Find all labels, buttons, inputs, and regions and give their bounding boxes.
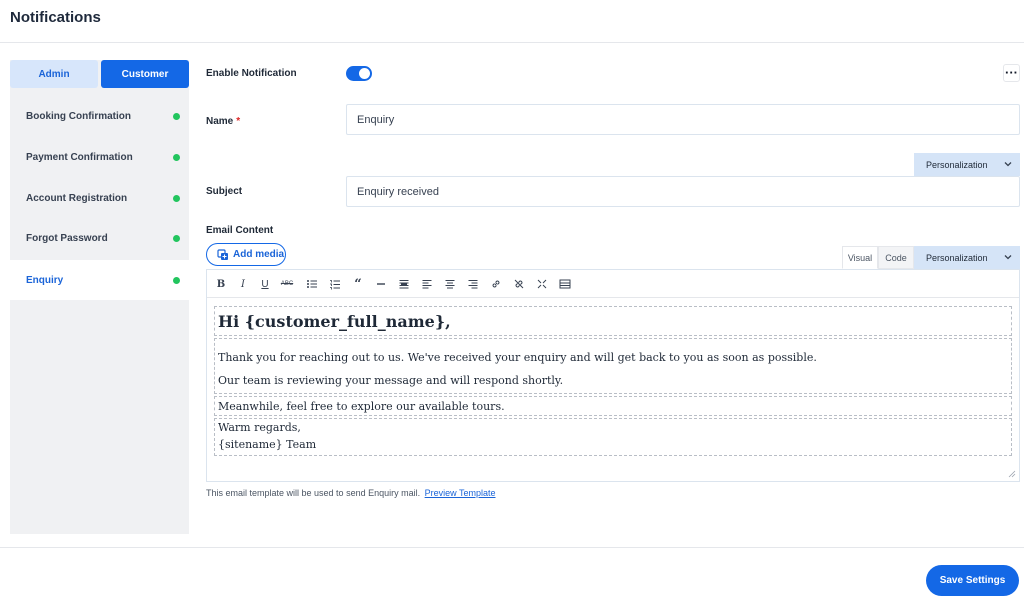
- chevron-down-icon: [1004, 255, 1012, 260]
- add-media-button[interactable]: Add media: [206, 243, 286, 266]
- align-justify-icon[interactable]: [396, 276, 412, 292]
- sidebar-item-label: Forgot Password: [26, 232, 108, 244]
- footer-divider: [0, 547, 1024, 548]
- personalization-label: Personalization: [926, 252, 988, 263]
- sidebar-item-label: Payment Confirmation: [26, 151, 133, 163]
- email-greeting: Hi {customer_full_name},: [218, 312, 451, 331]
- email-line-3: Meanwhile, feel free to explore our avai…: [218, 400, 505, 413]
- email-editor[interactable]: B I U ABC “ Hi {customer_full_name}, Tha…: [206, 269, 1020, 482]
- sidebar-item-forgot-password[interactable]: Forgot Password: [10, 218, 189, 258]
- tab-admin[interactable]: Admin: [10, 60, 98, 88]
- numbered-list-icon[interactable]: [327, 276, 343, 292]
- more-horizontal-icon: ···: [1005, 65, 1018, 80]
- bold-icon[interactable]: B: [213, 276, 229, 292]
- italic-icon[interactable]: I: [235, 276, 251, 292]
- chevron-down-icon: [1004, 162, 1012, 167]
- toolbar-toggle-icon[interactable]: [557, 276, 573, 292]
- page-header: Notifications: [0, 0, 1024, 43]
- tab-code[interactable]: Code: [878, 246, 914, 269]
- editor-toolbar: B I U ABC “: [207, 270, 1019, 298]
- subject-input[interactable]: Enquiry received: [346, 176, 1020, 207]
- horizontal-rule-icon[interactable]: [373, 276, 389, 292]
- fullscreen-icon[interactable]: [534, 276, 550, 292]
- align-left-icon[interactable]: [419, 276, 435, 292]
- explore-block: Meanwhile, feel free to explore our avai…: [214, 396, 1012, 416]
- template-note: This email template will be used to send…: [206, 488, 496, 498]
- align-right-icon[interactable]: [465, 276, 481, 292]
- save-settings-button[interactable]: Save Settings: [926, 565, 1019, 596]
- bullet-list-icon[interactable]: [304, 276, 320, 292]
- status-dot-icon: [173, 154, 180, 161]
- status-dot-icon: [173, 235, 180, 242]
- more-options-button[interactable]: ···: [1003, 64, 1020, 82]
- underline-icon[interactable]: U: [257, 276, 273, 292]
- email-line-4: Warm regards,: [218, 421, 301, 434]
- tab-visual[interactable]: Visual: [842, 246, 878, 269]
- sidebar-item-label: Booking Confirmation: [26, 110, 131, 122]
- message-block: Thank you for reaching out to us. We've …: [214, 338, 1012, 394]
- editor-personalization-dropdown[interactable]: Personalization: [914, 246, 1020, 269]
- status-dot-icon: [173, 277, 180, 284]
- subject-label: Subject: [206, 186, 243, 197]
- sidebar-item-payment-confirmation[interactable]: Payment Confirmation: [10, 137, 189, 177]
- required-asterisk: *: [236, 116, 241, 127]
- signature-block: Warm regards, {sitename} Team: [214, 418, 1012, 456]
- sidebar-item-enquiry[interactable]: Enquiry: [10, 260, 189, 300]
- add-media-label: Add media: [233, 249, 285, 260]
- subject-personalization-dropdown[interactable]: Personalization: [914, 153, 1020, 176]
- page-title: Notifications: [10, 9, 101, 26]
- toggle-knob: [359, 68, 370, 79]
- name-input[interactable]: Enquiry: [346, 104, 1020, 135]
- tab-customer[interactable]: Customer: [101, 60, 189, 88]
- greeting-block: Hi {customer_full_name},: [214, 306, 1012, 336]
- enable-notification-label: Enable Notification: [206, 68, 297, 79]
- link-icon[interactable]: [488, 276, 504, 292]
- status-dot-icon: [173, 195, 180, 202]
- sidebar-item-booking-confirmation[interactable]: Booking Confirmation: [10, 96, 189, 136]
- template-note-text: This email template will be used to send…: [206, 488, 421, 498]
- email-line-5: {sitename} Team: [218, 438, 317, 451]
- align-center-icon[interactable]: [442, 276, 458, 292]
- email-line-1: Thank you for reaching out to us. We've …: [218, 351, 817, 364]
- sidebar: Admin Customer Booking Confirmation Paym…: [10, 60, 189, 534]
- email-line-2: Our team is reviewing your message and w…: [218, 374, 564, 387]
- strikethrough-icon[interactable]: ABC: [279, 276, 295, 292]
- resize-handle-icon[interactable]: [1008, 470, 1016, 478]
- unlink-icon[interactable]: [511, 276, 527, 292]
- name-label: Name *: [206, 116, 241, 127]
- sidebar-item-label: Enquiry: [26, 274, 64, 286]
- sidebar-item-label: Account Registration: [26, 192, 128, 204]
- add-media-icon: [217, 248, 228, 260]
- email-content-label: Email Content: [206, 225, 274, 236]
- audience-tabs: Admin Customer: [10, 60, 189, 88]
- preview-template-link[interactable]: Preview Template: [425, 488, 496, 498]
- status-dot-icon: [173, 113, 180, 120]
- blockquote-icon[interactable]: “: [350, 276, 366, 292]
- personalization-label: Personalization: [926, 159, 988, 170]
- enable-notification-toggle[interactable]: [346, 66, 372, 81]
- sidebar-item-account-registration[interactable]: Account Registration: [10, 178, 189, 218]
